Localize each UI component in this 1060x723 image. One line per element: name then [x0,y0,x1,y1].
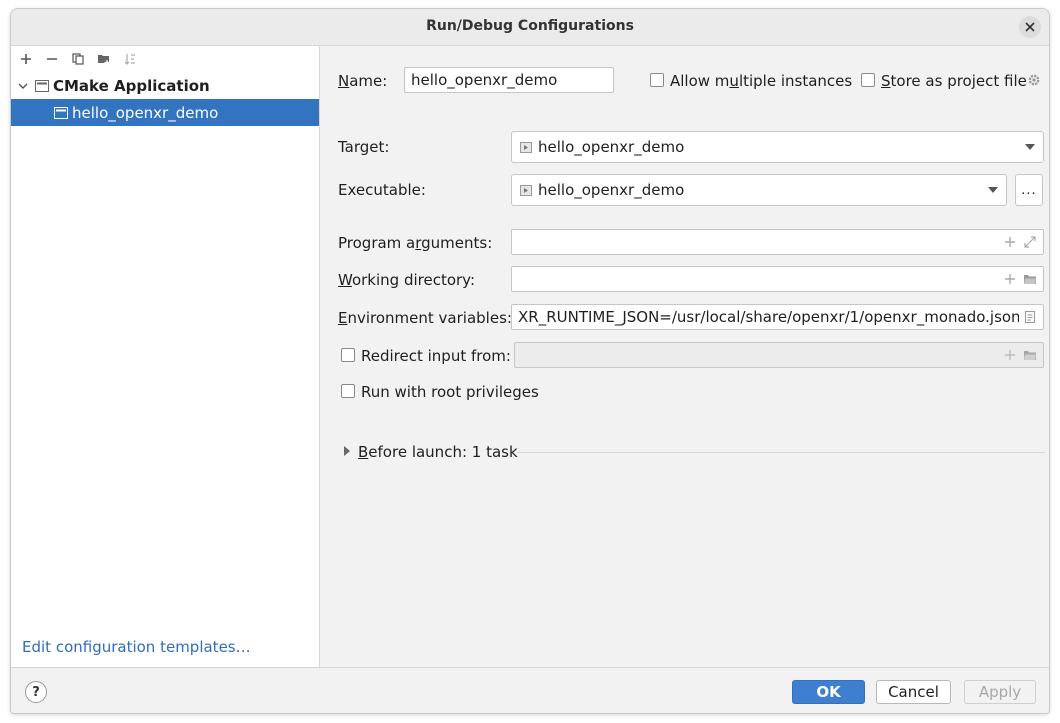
dialog-window: Run/Debug Configurations CMake Applicati… [0,0,1060,723]
insert-macro-icon[interactable] [1003,272,1017,286]
title-bar: Run/Debug Configurations [11,9,1049,46]
config-tree-panel: CMake Application hello_openxr_demo Edit… [11,46,320,667]
insert-macro-icon[interactable] [1003,348,1017,362]
dialog-button-bar: ? OK Cancel Apply [11,667,1049,713]
field-actions [1003,235,1037,249]
folder-icon[interactable] [1023,272,1037,286]
chevron-down-icon [988,187,998,193]
name-label: Name: [338,72,388,90]
field-actions [1019,310,1037,324]
redirect-input-label[interactable]: Redirect input from: [361,347,511,365]
tree-node-label: CMake Application [53,76,210,95]
dialog-title: Run/Debug Configurations [426,18,634,34]
tree-item-hello-openxr-demo[interactable]: hello_openxr_demo [11,99,319,126]
gear-icon[interactable] [1027,73,1041,87]
program-args-label: Program arguments: [338,234,493,252]
target-value: hello_openxr_demo [538,138,685,156]
ok-button[interactable]: OK [792,680,865,704]
folder-icon[interactable] [1023,348,1037,362]
field-actions [1003,348,1037,362]
before-launch-separator [517,452,1045,453]
env-vars-field[interactable]: XR_RUNTIME_JSON=/usr/local/share/openxr/… [511,304,1044,330]
new-folder-button[interactable] [93,48,115,70]
root-privileges-checkbox[interactable] [341,384,355,398]
apply-button[interactable]: Apply [964,680,1036,704]
cmake-config-icon [35,79,49,92]
config-form-panel: Name: hello_openxr_demo Allow multiple i… [321,46,1049,667]
help-button[interactable]: ? [25,681,47,703]
executable-target-icon [520,141,532,153]
working-dir-label: Working directory: [338,271,476,289]
sort-icon [124,54,135,65]
chevron-right-icon[interactable] [343,446,351,456]
add-icon [21,54,31,64]
chevron-down-icon[interactable] [17,80,29,92]
cancel-button[interactable]: Cancel [876,680,951,704]
field-actions [1003,272,1037,286]
target-label: Target: [338,138,390,156]
executable-select[interactable]: hello_openxr_demo [511,174,1007,206]
copy-icon [72,53,84,65]
remove-config-button[interactable] [41,48,63,70]
edit-templates-link[interactable]: Edit configuration templates… [22,638,251,656]
sort-button[interactable] [119,48,141,70]
redirect-input-checkbox[interactable] [341,348,355,362]
executable-label: Executable: [338,181,426,199]
env-vars-value: XR_RUNTIME_JSON=/usr/local/share/openxr/… [518,308,1021,326]
env-vars-label: Environment variables: [338,309,512,327]
store-project-checkbox[interactable] [861,73,875,87]
tree-toolbar [11,46,319,72]
allow-multiple-label[interactable]: Allow multiple instances [670,72,852,90]
expand-icon[interactable] [1023,235,1037,249]
redirect-input-field[interactable] [514,342,1044,368]
allow-multiple-checkbox[interactable] [650,73,664,87]
working-dir-field[interactable] [511,266,1044,292]
new-folder-icon [98,55,110,65]
tree-item-label: hello_openxr_demo [72,103,219,122]
program-args-field[interactable] [511,229,1044,255]
copy-config-button[interactable] [67,48,89,70]
before-launch-label[interactable]: Before launch: 1 task [358,443,518,461]
add-config-button[interactable] [15,48,37,70]
dialog-frame: Run/Debug Configurations CMake Applicati… [10,8,1050,714]
chevron-down-icon [1025,144,1035,150]
close-icon [1025,22,1035,32]
document-icon[interactable] [1023,310,1037,324]
cmake-config-icon [54,106,68,119]
insert-macro-icon[interactable] [1003,235,1017,249]
close-button[interactable] [1019,16,1041,38]
executable-target-icon [520,184,532,196]
executable-value: hello_openxr_demo [538,181,685,199]
target-select[interactable]: hello_openxr_demo [511,131,1044,163]
name-field[interactable]: hello_openxr_demo [404,67,614,93]
tree-node-cmake-application[interactable]: CMake Application [11,72,319,99]
store-project-label[interactable]: Store as project file [881,72,1027,90]
browse-executable-button[interactable]: ... [1015,174,1043,206]
remove-icon [47,58,57,60]
root-privileges-label[interactable]: Run with root privileges [361,383,539,401]
